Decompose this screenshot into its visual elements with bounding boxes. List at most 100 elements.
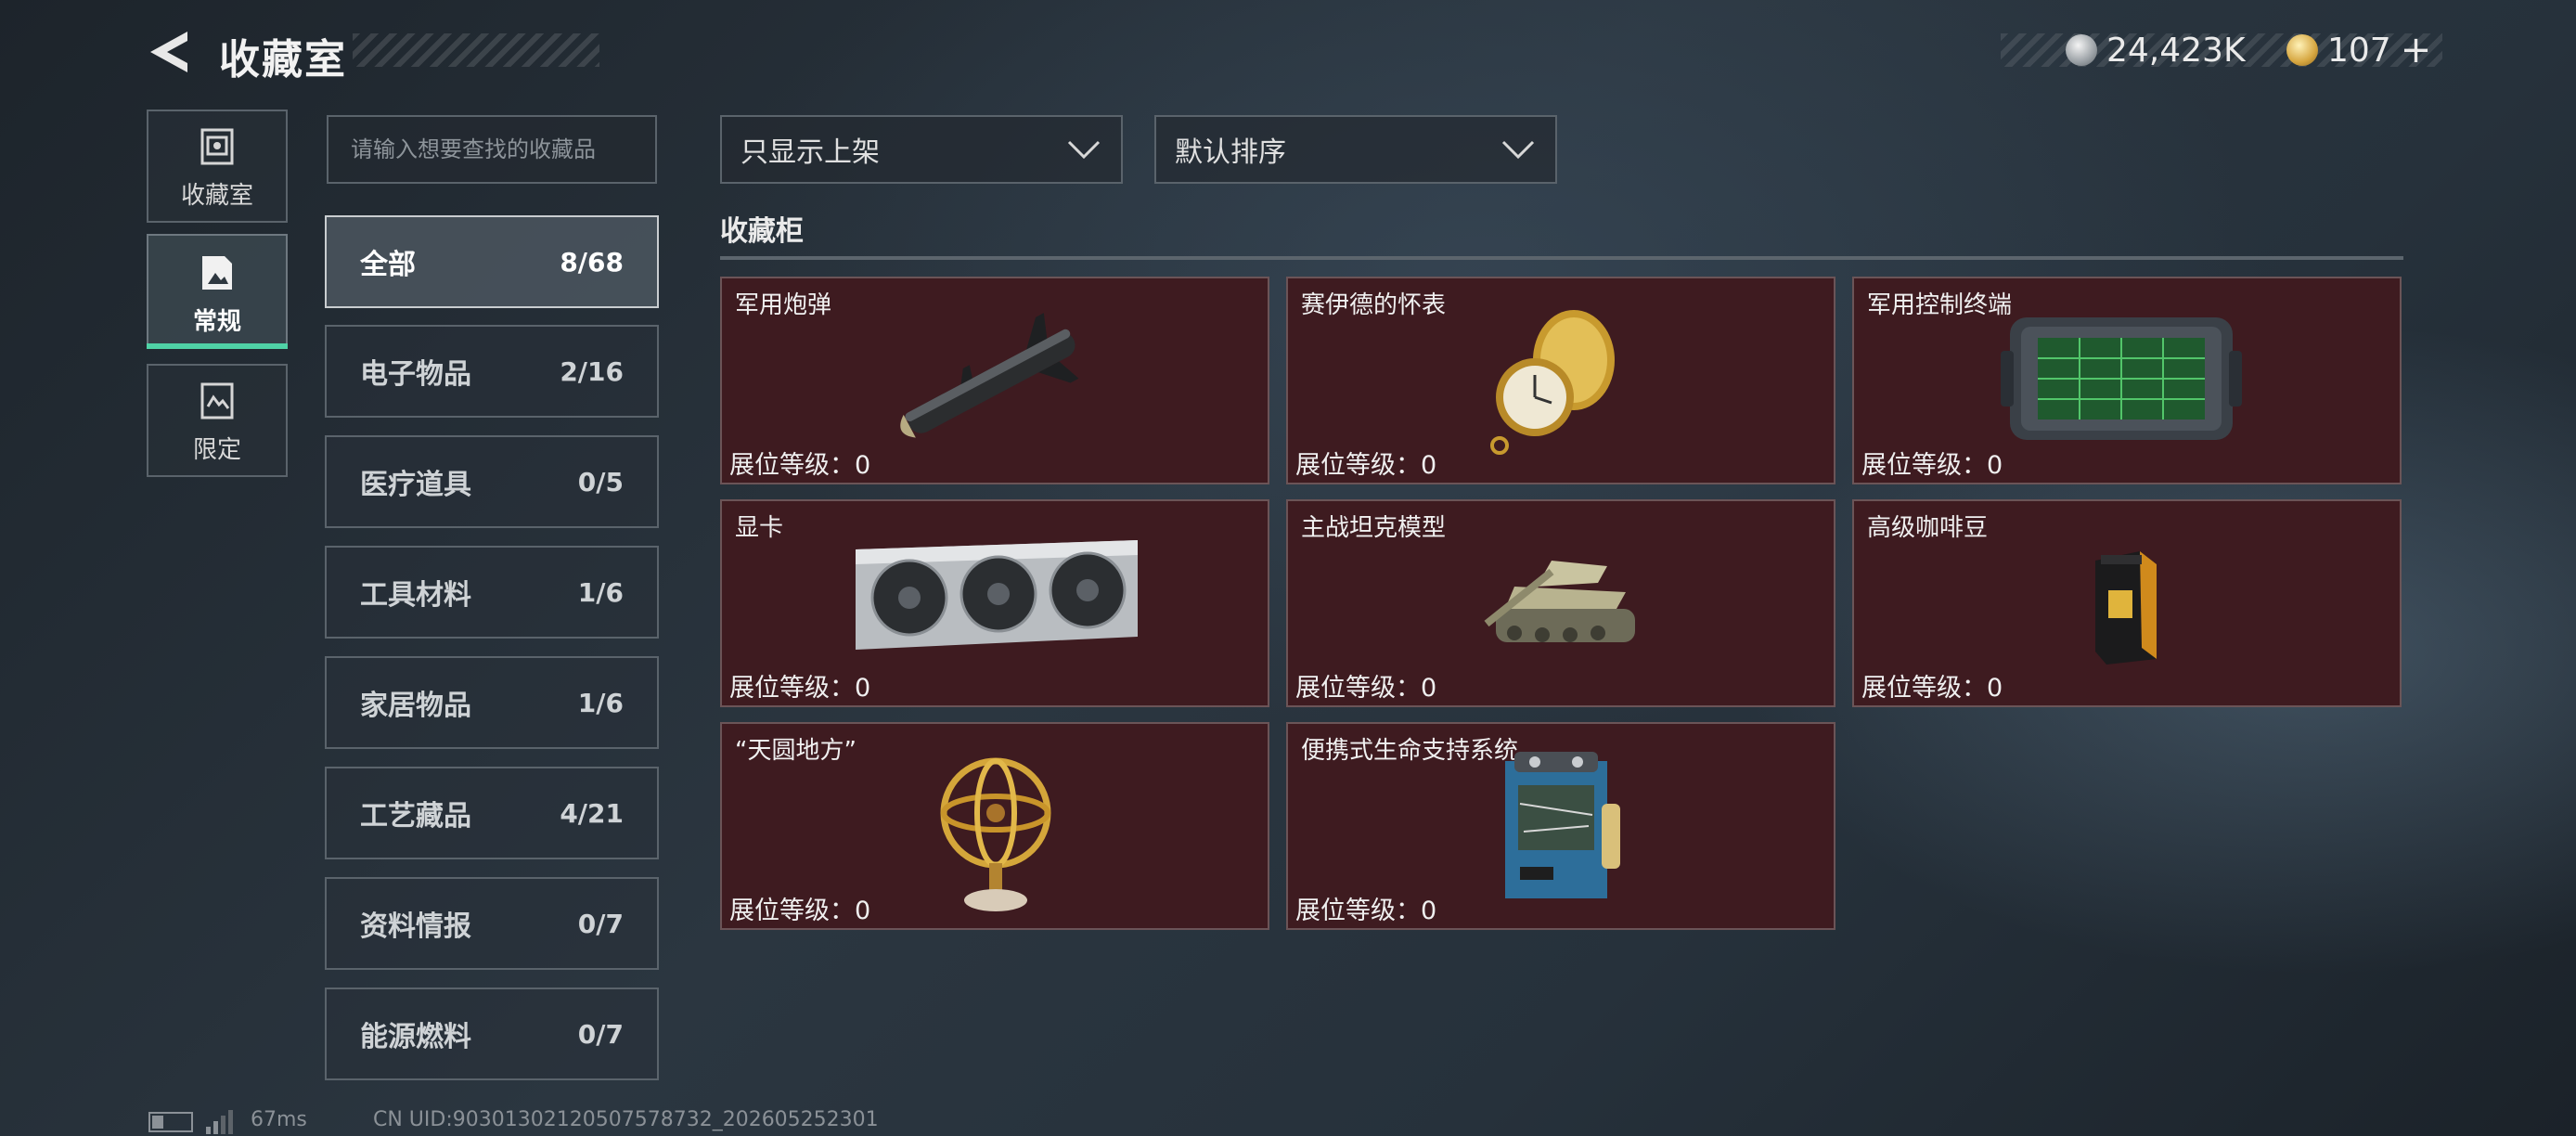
section-divider [720, 256, 2403, 260]
card-level-value: 0 [1421, 451, 1437, 480]
sort-dropdown[interactable]: 默认排序 [1154, 115, 1557, 184]
category-label: 工具材料 [360, 579, 471, 612]
nav-label: 常规 [192, 308, 241, 336]
category-all[interactable]: 全部 8/68 [325, 215, 659, 308]
back-arrow-icon [150, 32, 187, 72]
category-label: 资料情报 [360, 910, 471, 943]
card-level-value: 0 [855, 897, 871, 925]
category-count: 1/6 [577, 687, 624, 718]
filter-selected: 只显示上架 [741, 136, 880, 169]
nav-collection-room[interactable]: 收藏室 [147, 110, 288, 223]
control-terminal-icon [2001, 317, 2242, 440]
category-label: 工艺藏品 [360, 800, 471, 833]
uid-text: CN UID:90301302120507578732_202605252301 [373, 1108, 879, 1131]
category-label: 全部 [360, 249, 416, 281]
category-medical[interactable]: 医疗道具 0/5 [325, 435, 659, 528]
card-level-label: 展位等级： [1861, 674, 1987, 703]
nav-regular[interactable]: 常规 [147, 234, 288, 345]
limited-icon [200, 382, 234, 420]
ping-text: 67ms [251, 1108, 307, 1131]
category-count: 2/16 [560, 355, 624, 387]
category-count: 0/7 [577, 1018, 624, 1050]
nav-label: 收藏室 [180, 182, 253, 210]
collectible-card[interactable]: 赛伊德的怀表 展位等级：0 [1286, 277, 1835, 484]
category-label: 家居物品 [360, 690, 471, 722]
category-intel[interactable]: 资料情报 0/7 [325, 877, 659, 970]
collection-room-icon [200, 128, 234, 165]
card-level-label: 展位等级： [1295, 674, 1421, 703]
card-level-value: 0 [855, 451, 871, 480]
title-decoration [353, 33, 599, 67]
collectible-card[interactable]: “天圆地方” 展位等级：0 [720, 722, 1269, 930]
page-title: 收藏室 [219, 36, 347, 84]
add-currency-button[interactable]: + [2401, 29, 2432, 71]
card-level-label: 展位等级： [729, 674, 855, 703]
card-name: 军用控制终端 [1867, 291, 2013, 319]
collectible-card[interactable]: 显卡 展位等级：0 [720, 499, 1269, 707]
chevron-down-icon [1067, 140, 1101, 160]
collectible-card[interactable]: 军用控制终端 展位等级：0 [1852, 277, 2402, 484]
card-level-label: 展位等级： [1295, 897, 1421, 925]
collectible-card[interactable]: 主战坦克模型 展位等级：0 [1286, 499, 1835, 707]
armillary-sphere-icon [940, 757, 1051, 911]
category-count: 8/68 [560, 246, 624, 278]
back-button[interactable] [147, 28, 191, 76]
gold-token-icon [2286, 34, 2318, 66]
card-level: 展位等级：0 [729, 667, 870, 704]
category-label: 能源燃料 [360, 1021, 471, 1053]
pocket-watch-icon [1490, 310, 1615, 455]
card-level-label: 展位等级： [729, 451, 855, 480]
signal-icon [206, 1110, 233, 1134]
card-level-value: 0 [1987, 674, 2003, 703]
category-count: 1/6 [577, 576, 624, 608]
category-energy[interactable]: 能源燃料 0/7 [325, 988, 659, 1080]
regular-icon [202, 256, 232, 290]
missile-icon [900, 313, 1079, 438]
nav-active-indicator [147, 343, 288, 349]
card-name: 军用炮弹 [735, 291, 832, 319]
category-count: 4/21 [560, 797, 624, 829]
category-tools[interactable]: 工具材料 1/6 [325, 546, 659, 639]
card-level-value: 0 [1987, 451, 2003, 480]
nav-limited[interactable]: 限定 [147, 364, 288, 477]
battery-icon [148, 1112, 193, 1132]
collectible-card[interactable]: 高级咖啡豆 展位等级：0 [1852, 499, 2402, 707]
collectible-card[interactable]: 军用炮弹 展位等级：0 [720, 277, 1269, 484]
silver-coin-icon [2066, 34, 2097, 66]
collectible-search-input[interactable] [327, 115, 657, 184]
card-level-label: 展位等级： [1295, 451, 1421, 480]
currency-tokens-value: 107 [2327, 31, 2391, 70]
card-name: “天圆地方” [735, 737, 857, 765]
shelf-filter-dropdown[interactable]: 只显示上架 [720, 115, 1123, 184]
life-support-icon [1505, 752, 1620, 898]
category-electronics[interactable]: 电子物品 2/16 [325, 325, 659, 418]
category-label: 医疗道具 [360, 469, 471, 501]
card-level: 展位等级：0 [1295, 667, 1436, 704]
section-title: 收藏柜 [720, 215, 804, 248]
card-name: 高级咖啡豆 [1867, 514, 1989, 542]
collectible-card[interactable]: 便携式生命支持系统 展位等级：0 [1286, 722, 1835, 930]
graphics-card-icon [856, 540, 1138, 650]
category-household[interactable]: 家居物品 1/6 [325, 656, 659, 749]
nav-label: 限定 [192, 436, 241, 464]
currency-tokens[interactable]: 107 + [2286, 28, 2431, 72]
card-level-value: 0 [855, 674, 871, 703]
card-level: 展位等级：0 [1295, 890, 1436, 926]
category-label: 电子物品 [360, 358, 471, 391]
currency-coins: 24,423K [2066, 28, 2246, 72]
chevron-down-icon [1501, 140, 1535, 160]
category-count: 0/7 [577, 908, 624, 939]
card-level: 展位等级：0 [1861, 445, 2003, 481]
card-level-value: 0 [1421, 897, 1437, 925]
currency-coins-value: 24,423K [2106, 31, 2246, 70]
card-name: 赛伊德的怀表 [1301, 291, 1447, 319]
card-name: 显卡 [735, 514, 784, 542]
card-level-label: 展位等级： [729, 897, 855, 925]
card-level: 展位等级：0 [729, 890, 870, 926]
category-crafts[interactable]: 工艺藏品 4/21 [325, 767, 659, 859]
coffee-bag-icon [2095, 551, 2157, 665]
card-name: 便携式生命支持系统 [1301, 737, 1519, 765]
card-level: 展位等级：0 [1295, 445, 1436, 481]
tank-model-icon [1484, 561, 1635, 642]
sort-selected: 默认排序 [1175, 136, 1286, 169]
